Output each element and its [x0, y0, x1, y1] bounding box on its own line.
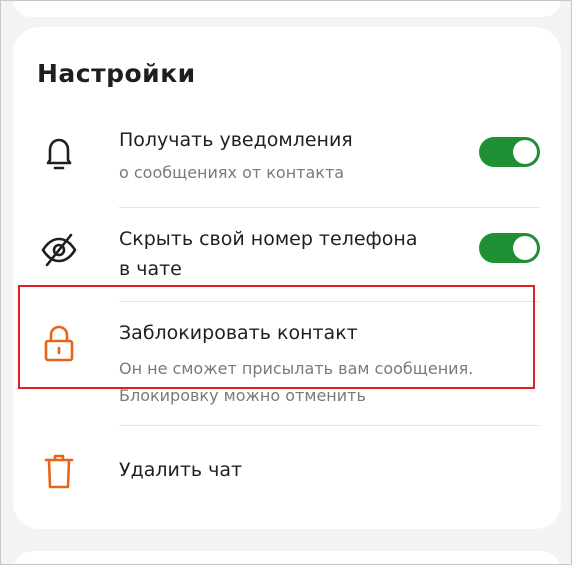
highlight-box: [18, 285, 535, 389]
screen: Настройки Получать уведомления о сообщен…: [0, 0, 572, 565]
divider: [119, 207, 539, 208]
settings-card: Настройки Получать уведомления о сообщен…: [13, 27, 561, 529]
trash-icon: [39, 451, 79, 491]
notifications-row[interactable]: Получать уведомления о сообщениях от кон…: [13, 123, 561, 203]
hide-phone-title-line2: в чате: [119, 258, 182, 280]
delete-chat-row[interactable]: Удалить чат: [13, 447, 561, 497]
toggle-knob: [513, 140, 537, 164]
eye-off-icon: [39, 230, 79, 270]
notifications-subtitle: о сообщениях от контакта: [119, 163, 345, 182]
notifications-title: Получать уведомления: [119, 129, 353, 151]
notifications-toggle[interactable]: [479, 137, 540, 167]
hide-phone-row[interactable]: Скрыть свой номер телефона в чате: [13, 223, 561, 287]
hide-phone-title-line1: Скрыть свой номер телефона: [119, 228, 418, 250]
divider: [119, 425, 539, 426]
previous-card: [13, 1, 561, 17]
section-title: Настройки: [37, 59, 196, 88]
bell-icon: [39, 133, 79, 173]
delete-chat-title: Удалить чат: [119, 459, 243, 481]
hide-phone-toggle[interactable]: [479, 233, 540, 263]
next-card: [13, 551, 561, 564]
toggle-knob: [513, 236, 537, 260]
